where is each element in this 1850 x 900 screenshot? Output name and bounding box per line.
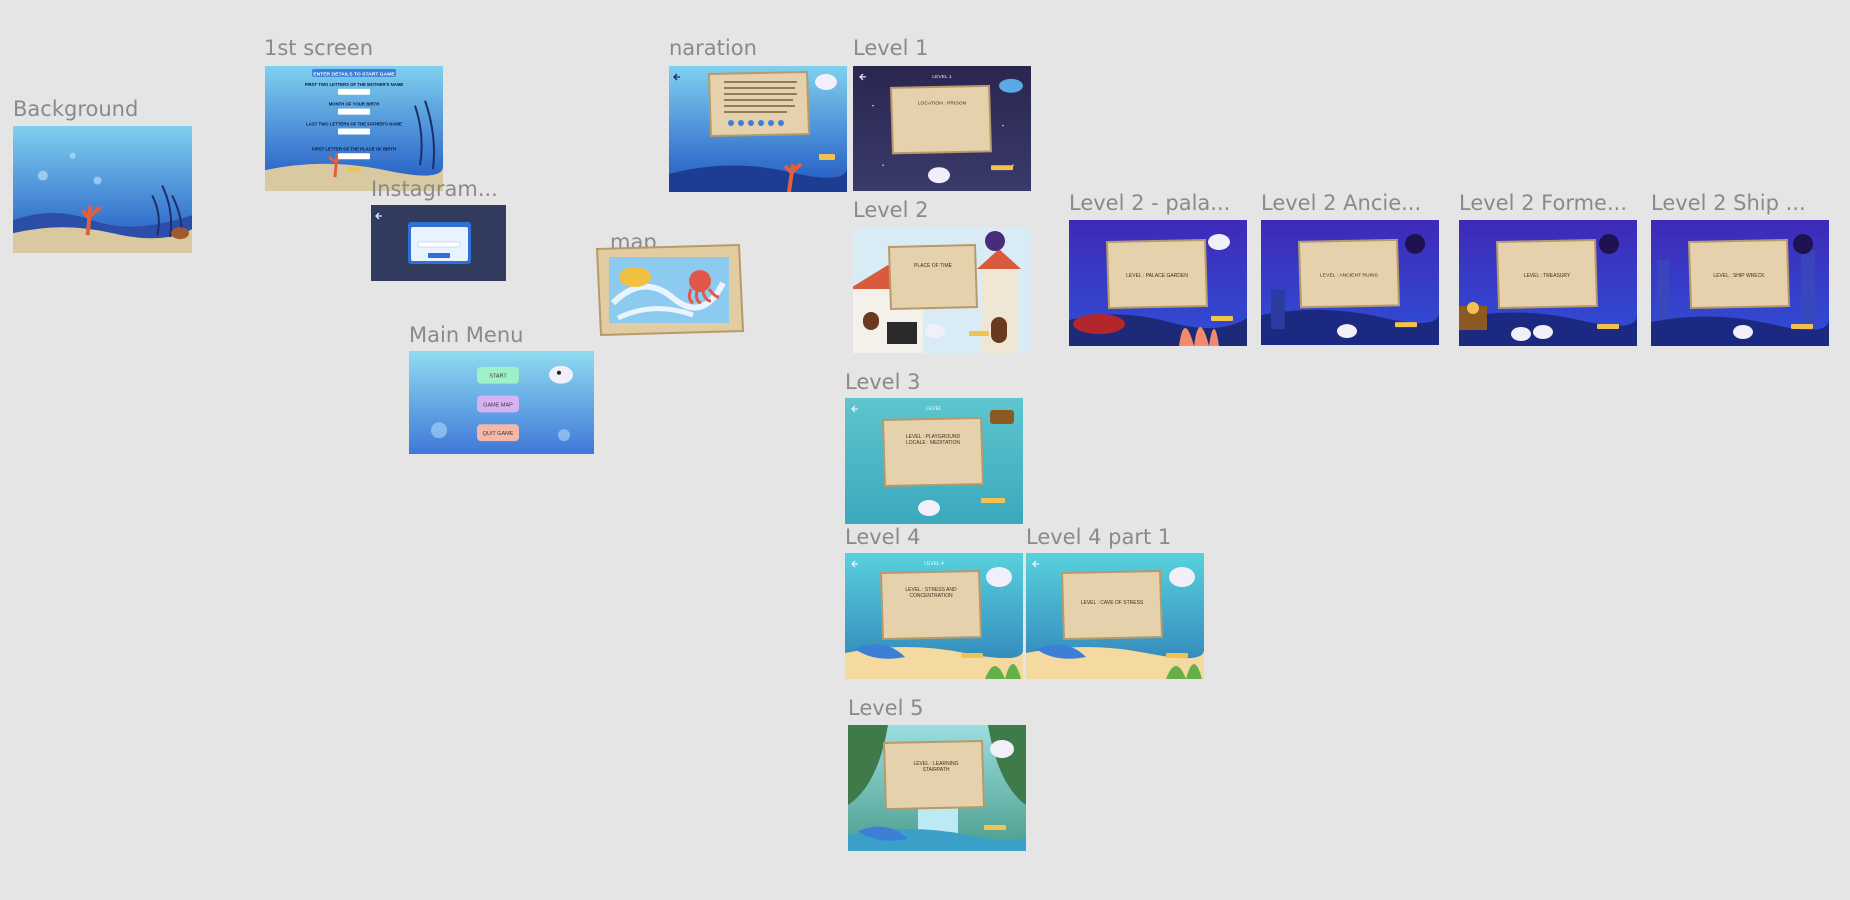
field-input-3[interactable] (338, 128, 370, 135)
frame-instagram[interactable] (371, 205, 506, 281)
play-button[interactable] (1395, 322, 1417, 328)
level-location-text: LEVEL : ANCIENT RUINS (1320, 273, 1379, 279)
level-location-text: LEVEL : SHIP WRECK (1713, 273, 1765, 279)
play-button[interactable] (984, 825, 1006, 830)
frame-label-background[interactable]: Background (13, 99, 138, 120)
field-input-1[interactable] (338, 88, 370, 95)
field-label-1: FIRST TWO LETTERS OF THE MOTHER'S NAME (305, 82, 404, 87)
play-button[interactable] (981, 498, 1005, 503)
level-location-text: LOCATION : PRISON (918, 101, 967, 107)
frame-label-level2-ship[interactable]: Level 2 Ship ... (1651, 193, 1806, 214)
submit-button[interactable] (347, 167, 361, 172)
frame-level3[interactable]: LEVEL LEVEL : PLAYGROUND LOCALE : MEDITA… (845, 398, 1023, 524)
frame-label-level2-former[interactable]: Level 2 Forme... (1459, 193, 1627, 214)
level-location-text: LEVEL : CAVE OF STRESS (1081, 600, 1144, 606)
play-button[interactable] (969, 331, 989, 336)
field-label-3: LAST TWO LETTERS OF THE FATHER'S NAME (306, 122, 402, 127)
frame-level4-part1[interactable]: LEVEL : CAVE OF STRESS (1026, 553, 1204, 679)
frame-level2-ancient[interactable]: LEVEL : ANCIENT RUINS (1261, 220, 1439, 345)
level-title: LEVEL 1 (932, 74, 952, 80)
frame-map[interactable] (593, 243, 745, 337)
game-map-label: GAME MAP (483, 402, 513, 408)
field-input-2[interactable] (338, 108, 370, 115)
frame-main-menu[interactable]: START GAME MAP QUIT GAME (409, 351, 594, 454)
banner-text: ENTER DETAILS TO START GAME (313, 71, 395, 77)
next-button[interactable] (819, 154, 835, 160)
field-label-4: FIRST LETTER OF THE PLACE OF BIRTH (312, 146, 396, 151)
frame-level4[interactable]: LEVEL 4 LEVEL : STRESS AND CONCENTRATION (845, 553, 1023, 679)
frame-label-level4[interactable]: Level 4 (845, 527, 920, 548)
frame-level2-ship[interactable]: LEVEL : SHIP WRECK (1651, 220, 1829, 346)
level-location-text-2: LOCALE : MEDITATION (906, 440, 960, 446)
frame-label-level5[interactable]: Level 5 (848, 698, 923, 719)
level-location-text: PLACE OF TIME (914, 263, 953, 269)
frame-label-main-menu[interactable]: Main Menu (409, 325, 523, 346)
play-button[interactable] (1211, 316, 1233, 321)
quit-game-label: QUIT GAME (483, 431, 514, 437)
frame-level2-former[interactable]: LEVEL : TREASURY (1459, 220, 1637, 346)
start-label: START (489, 374, 507, 380)
play-button[interactable] (1597, 324, 1619, 329)
frame-background[interactable] (13, 126, 192, 253)
frame-label-level2-palace[interactable]: Level 2 - pala... (1069, 193, 1230, 214)
frame-label-level3[interactable]: Level 3 (845, 372, 920, 393)
frame-label-naration[interactable]: naration (669, 38, 757, 59)
frame-label-level2-ancient[interactable]: Level 2 Ancie... (1261, 193, 1421, 214)
frame-label-instagram[interactable]: Instagram... (371, 179, 498, 200)
play-button[interactable] (1166, 653, 1188, 658)
field-label-2: MONTH OF YOUR BIRTH (329, 102, 380, 107)
frame-level2[interactable]: PLACE OF TIME (853, 227, 1031, 353)
frame-label-level2[interactable]: Level 2 (853, 200, 928, 221)
frame-naration[interactable] (669, 66, 847, 192)
play-button[interactable] (1791, 324, 1813, 329)
level-title: LEVEL 4 (924, 561, 944, 567)
level-location-text-2: STAIRPATH (923, 767, 950, 773)
level-location-text: LEVEL : PALACE GARDEN (1126, 273, 1188, 279)
frame-level1[interactable]: LEVEL 1 LOCATION : PRISON (853, 66, 1031, 191)
frame-label-1st-screen[interactable]: 1st screen (264, 38, 373, 59)
field-input-4[interactable] (338, 153, 370, 160)
play-button[interactable] (961, 653, 983, 658)
level-title: LEVEL (926, 406, 942, 412)
frame-level5[interactable]: LEVEL : LEARNING STAIRPATH (848, 725, 1026, 851)
confirm-button[interactable] (428, 253, 450, 258)
level-location-text: LEVEL : TREASURY (1524, 273, 1571, 279)
frame-1st-screen[interactable]: ENTER DETAILS TO START GAME FIRST TWO LE… (265, 66, 443, 191)
frame-label-level4-part1[interactable]: Level 4 part 1 (1026, 527, 1171, 548)
frame-label-level1[interactable]: Level 1 (853, 38, 928, 59)
play-button[interactable] (991, 165, 1013, 171)
frame-level2-palace[interactable]: LEVEL : PALACE GARDEN (1069, 220, 1247, 346)
level-location-text-2: CONCENTRATION (909, 593, 953, 599)
